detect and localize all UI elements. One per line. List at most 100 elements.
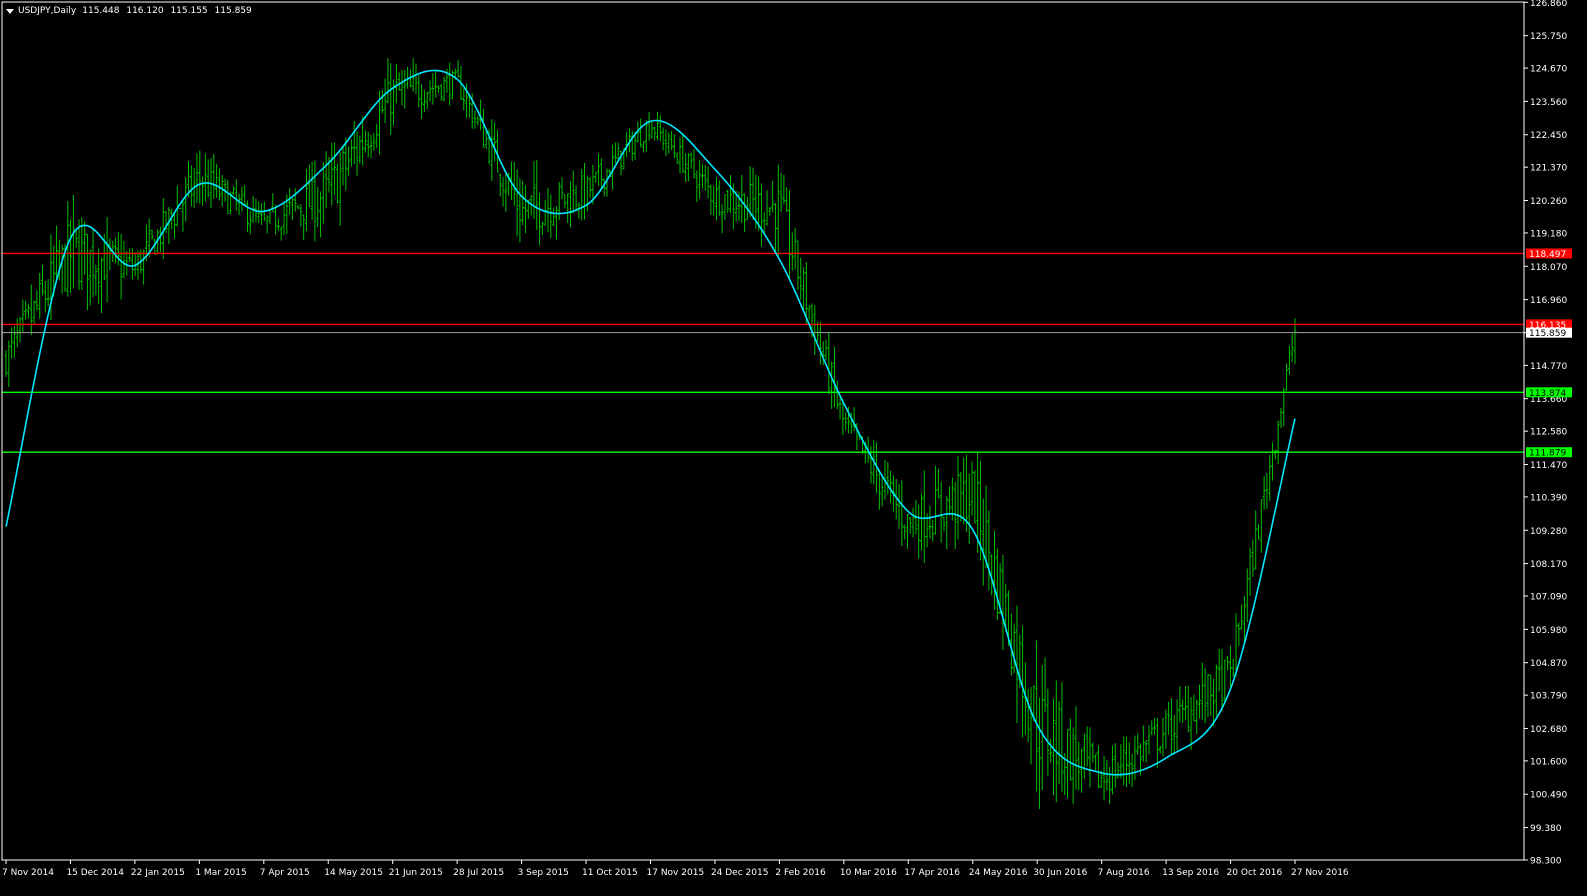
ohlc-bar xyxy=(583,162,587,220)
ohlc-bar xyxy=(119,234,123,300)
ohlc-bar xyxy=(799,257,803,300)
ohlc-bar xyxy=(1192,694,1196,722)
ohlc-bar xyxy=(788,190,792,279)
ohlc-bar xyxy=(641,141,645,153)
price-chart: 126.860 125.750 124.670 123.560 122.450 121.3… xyxy=(1,0,1572,878)
ohlc-bar xyxy=(549,194,553,238)
ohlc-bar xyxy=(130,247,134,280)
ohlc-bar xyxy=(324,151,328,208)
ohlc-bar xyxy=(818,321,822,365)
ohlc-bar xyxy=(948,486,952,516)
x-tick-label: 24 May 2016 xyxy=(969,868,1028,878)
ohlc-bar xyxy=(456,60,460,78)
ohlc-bar xyxy=(1223,659,1227,702)
ohlc-bar xyxy=(414,63,418,95)
y-tick-label: 109.280 xyxy=(1530,527,1567,537)
ohlc-bar xyxy=(403,69,407,109)
y-tick-label: 102.680 xyxy=(1530,725,1567,735)
ohlc-bar xyxy=(333,142,337,195)
ohlc-bar xyxy=(1130,753,1134,788)
ohlc-bar xyxy=(1136,733,1140,755)
y-tick-label: 119.180 xyxy=(1530,229,1567,239)
ohlc-bar xyxy=(473,110,477,129)
ohlc-bar xyxy=(706,166,710,199)
support-price-label: 113.874 xyxy=(1529,389,1566,399)
ohlc-bar xyxy=(1217,649,1221,692)
ohlc-bar xyxy=(1240,604,1244,630)
ohlc-bar xyxy=(1060,682,1064,792)
ohlc-bar xyxy=(358,135,362,164)
ohlc-bar xyxy=(782,174,786,205)
ohlc-bar xyxy=(1029,687,1033,765)
ohlc-bar xyxy=(1080,748,1084,793)
ohlc-bar xyxy=(832,346,836,408)
ohlc-bar xyxy=(1276,420,1280,465)
ohlc-bar xyxy=(903,524,907,540)
ohlc-bar xyxy=(99,257,103,314)
y-tick-label: 103.790 xyxy=(1530,692,1567,702)
ohlc-bar xyxy=(1096,745,1100,789)
ohlc-bar xyxy=(347,146,351,177)
ohlc-bar xyxy=(128,248,132,262)
ohlc-bar xyxy=(554,206,558,240)
ohlc-bar xyxy=(122,240,126,279)
ohlc-bar xyxy=(436,85,440,93)
ohlc-bar xyxy=(279,226,283,241)
ohlc-bar xyxy=(41,264,45,296)
ohlc-bar xyxy=(911,507,915,538)
x-tick-label: 2 Feb 2016 xyxy=(775,868,826,878)
ohlc-bar xyxy=(108,238,112,271)
ohlc-bar xyxy=(246,200,250,232)
ohlc-bar xyxy=(274,204,278,235)
x-tick-label: 27 Nov 2016 xyxy=(1291,868,1349,878)
ohlc-bar xyxy=(32,300,36,326)
ohlc-bar xyxy=(698,159,702,199)
ohlc-bar xyxy=(361,116,365,166)
ohlc-bar xyxy=(700,164,704,189)
ohlc-bar xyxy=(493,122,497,162)
ohlc-bar xyxy=(824,339,828,361)
ohlc-bar xyxy=(723,194,727,220)
y-tick-label: 114.770 xyxy=(1530,362,1567,372)
ohlc-bar xyxy=(1001,555,1005,650)
ohlc-bar xyxy=(125,250,129,276)
ohlc-bar xyxy=(599,158,603,190)
ohlc-bar xyxy=(7,340,11,387)
ohlc-bar xyxy=(85,233,89,311)
ohlc-bar xyxy=(521,180,525,226)
x-tick-label: 30 Jun 2016 xyxy=(1033,868,1087,878)
ohlc-bar xyxy=(1186,685,1190,733)
ohlc-bar xyxy=(167,206,171,245)
ohlc-bar xyxy=(293,188,297,212)
ohlc-bar xyxy=(316,187,320,228)
ohlc-bar xyxy=(60,244,64,294)
ohlc-bar xyxy=(481,108,485,148)
ohlc-bar xyxy=(88,249,92,306)
ohlc-bar xyxy=(184,177,188,222)
ohlc-bar xyxy=(827,331,831,395)
close-value: 115.859 xyxy=(214,6,252,16)
ohlc-bar xyxy=(877,469,881,510)
ohlc-bar xyxy=(290,198,294,220)
ohlc-bar xyxy=(341,146,345,186)
ohlc-bar xyxy=(717,180,721,216)
ohlc-bar xyxy=(142,249,146,285)
ohlc-bar xyxy=(967,473,971,544)
x-tick-label: 14 May 2015 xyxy=(324,868,383,878)
ohlc-bar xyxy=(501,176,505,207)
ohlc-bar xyxy=(886,462,890,495)
x-tick-label: 7 Apr 2015 xyxy=(260,868,310,878)
chart-menu-triangle-icon[interactable] xyxy=(6,8,14,14)
axes: 126.860 125.750 124.670 123.560 122.450 121.3… xyxy=(1,0,1567,878)
ohlc-bar xyxy=(172,213,176,239)
x-tick-label: 21 Jun 2015 xyxy=(389,868,443,878)
ohlc-bar xyxy=(1147,725,1151,755)
ohlc-bar xyxy=(1206,674,1210,718)
ohlc-bar xyxy=(743,193,747,232)
ohlc-bar xyxy=(1254,510,1258,570)
ohlc-bar xyxy=(181,199,185,232)
x-tick-label: 7 Nov 2014 xyxy=(2,868,54,878)
ohlc-bar xyxy=(678,137,682,174)
ohlc-bar xyxy=(1153,718,1157,735)
ohlc-bar xyxy=(299,204,303,227)
